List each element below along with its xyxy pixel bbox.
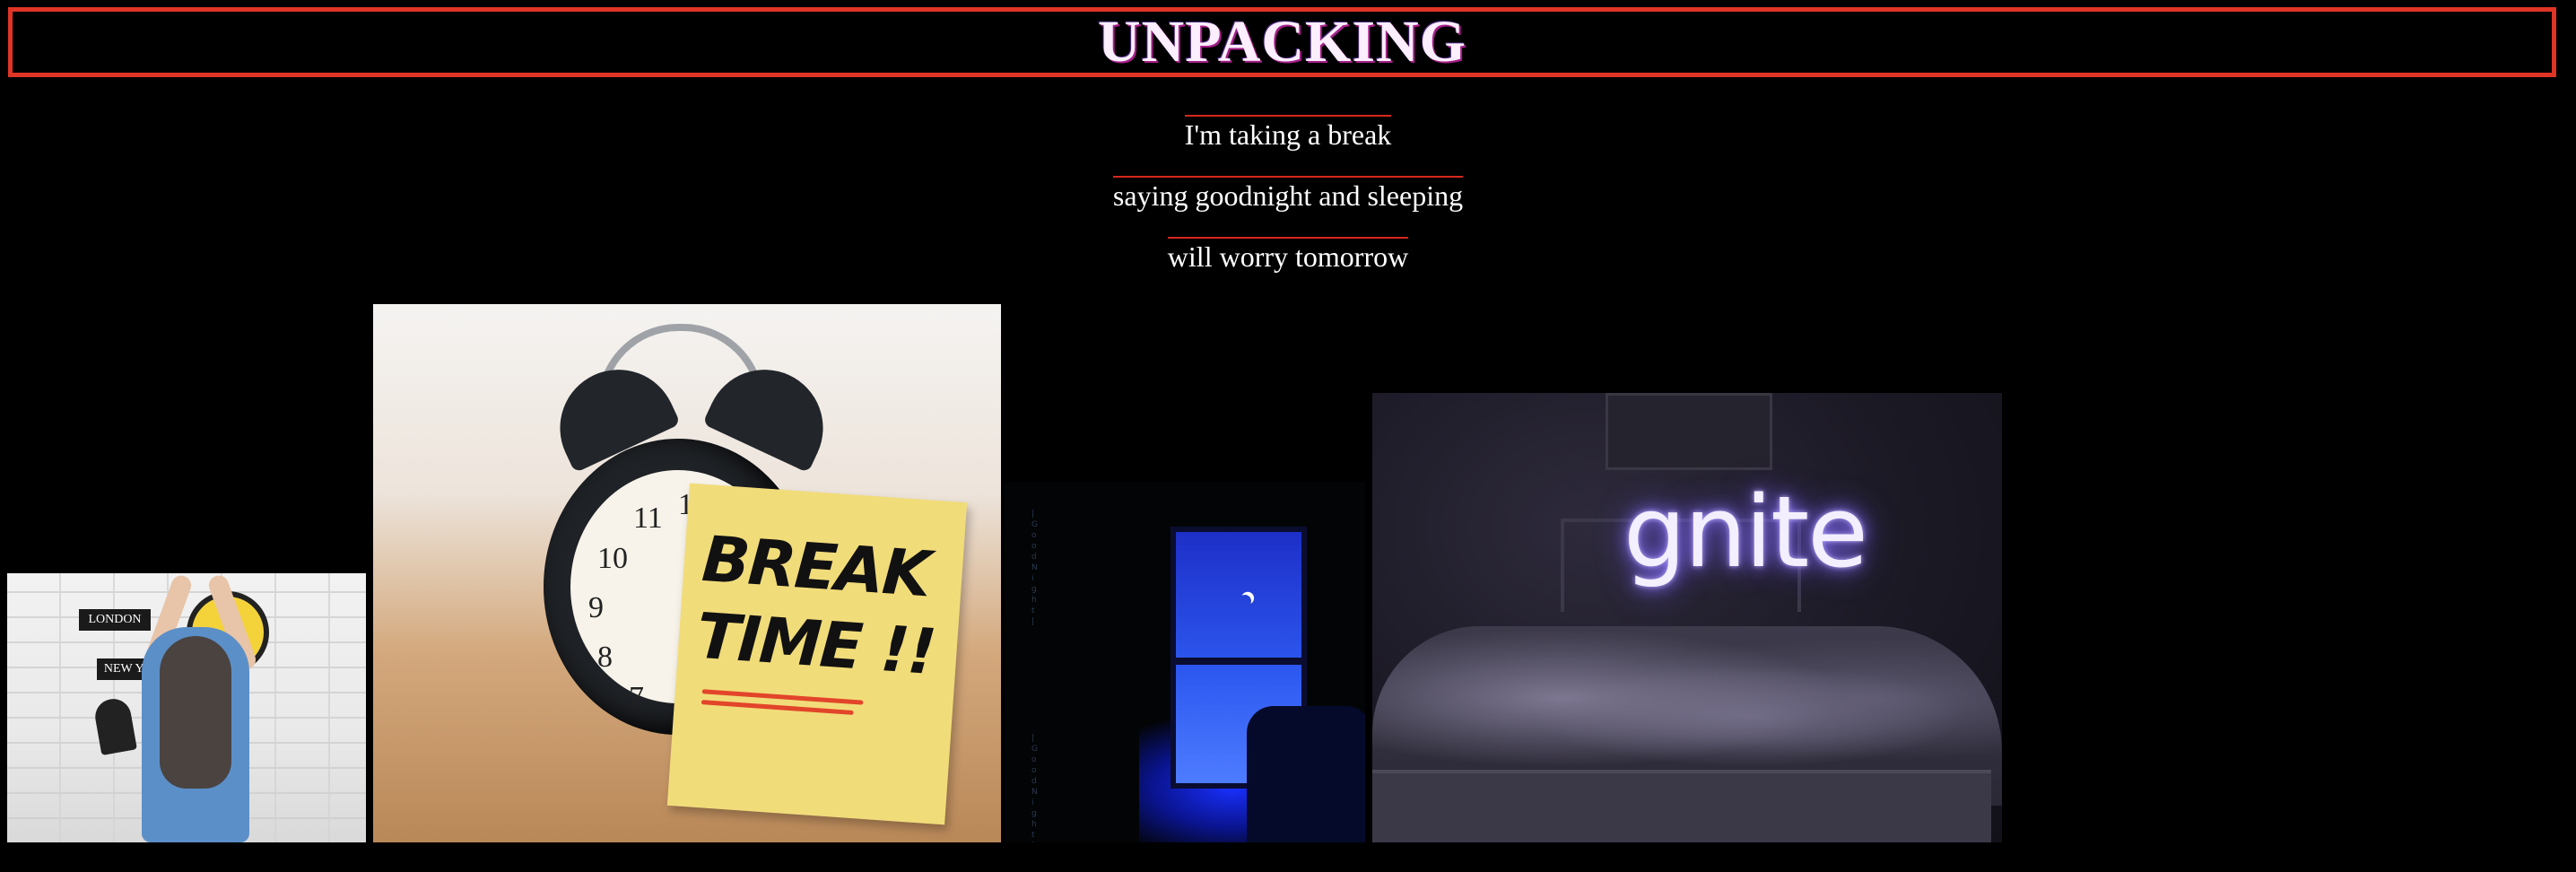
photo-gnite-bedroom: gnite (1372, 393, 2002, 842)
page-root: UNPACKING I'm taking a break saying good… (0, 0, 2576, 872)
neon-sign-text: gnite (1623, 475, 1868, 589)
sticky-note-text: BREAK TIME !! (694, 520, 955, 692)
crescent-moon-icon (1237, 593, 1253, 609)
person-hair (160, 636, 231, 789)
clock-number-9: 9 (588, 591, 604, 624)
side-text-bottom: | Good Night | (1031, 734, 1038, 842)
clock-number-7: 7 (629, 681, 644, 714)
note-line-time: TIME !! (694, 598, 937, 690)
window-bar (1176, 658, 1301, 665)
line-row-2: saying goodnight and sleeping (0, 176, 2576, 237)
line-row-1: I'm taking a break (0, 115, 2576, 176)
page-title: UNPACKING (1097, 9, 1467, 74)
text-line-1: I'm taking a break (1184, 115, 1392, 153)
text-lines: I'm taking a break saying goodnight and … (0, 115, 2576, 298)
photo-woman-hanging-clock: LONDON NEW YORK (7, 573, 366, 842)
bed-base (1372, 770, 1991, 842)
text-line-2: saying goodnight and sleeping (1112, 176, 1464, 214)
sticky-note: BREAK TIME !! (666, 483, 968, 825)
photo-night-window: | Good Night | | Good Night | (1005, 482, 1365, 842)
dark-bed (1247, 706, 1365, 842)
sign-london: LONDON (79, 609, 151, 631)
side-text-top: | Good Night | (1031, 510, 1038, 626)
clock-number-8: 8 (597, 641, 613, 674)
clock-number-10: 10 (597, 542, 628, 575)
photo-break-time-clock: 11 10 9 8 7 1 BREAK TIME !! (373, 304, 1001, 842)
clock-number-11: 11 (633, 501, 663, 535)
wall-frame (1606, 393, 1772, 470)
title-banner: UNPACKING (8, 7, 2556, 77)
line-row-3: will worry tomorrow (0, 237, 2576, 298)
text-line-3: will worry tomorrow (1167, 237, 1409, 275)
